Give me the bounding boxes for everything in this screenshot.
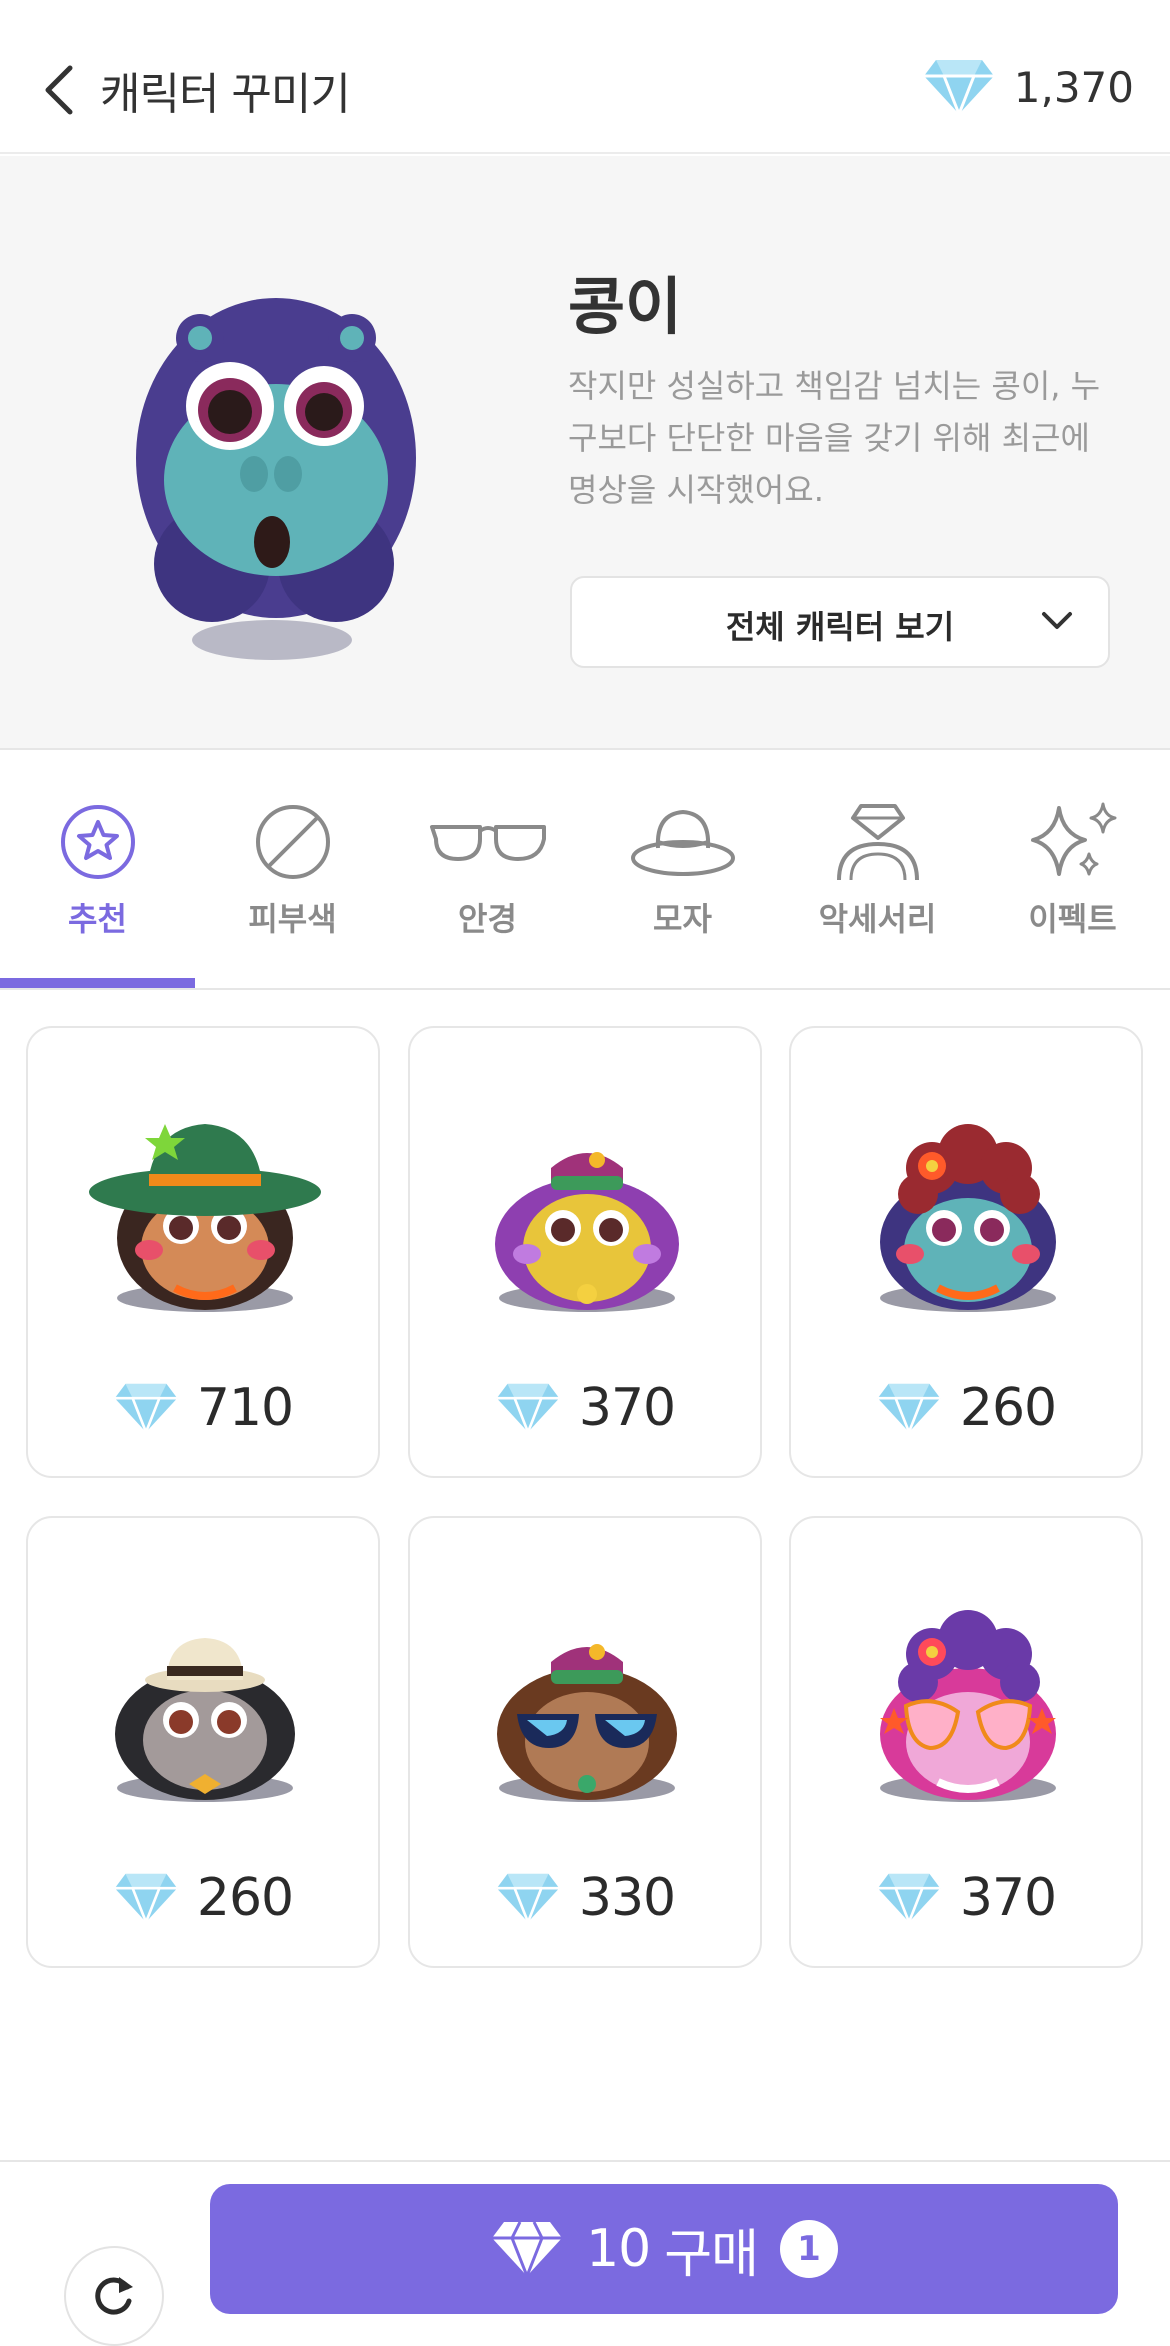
gem-icon	[114, 1383, 178, 1434]
tab-effect[interactable]: 이펙트	[975, 752, 1170, 988]
selected-count-badge: 1	[779, 2220, 838, 2278]
tab-label: 악세서리	[818, 900, 937, 938]
hat-icon	[630, 809, 735, 876]
gem-icon	[877, 1383, 941, 1434]
reset-button[interactable]	[64, 2246, 164, 2346]
item-card[interactable]: 370	[408, 1026, 762, 1478]
bottom-action-bar: 10 구매 1	[0, 2160, 1170, 2346]
active-tab-indicator	[0, 978, 195, 988]
purchase-button[interactable]: 10 구매 1	[210, 2184, 1118, 2314]
category-tabs: 추천 피부색 안경 모자 악세서리 이펙트	[0, 752, 1170, 990]
price-value: 260	[959, 1378, 1057, 1438]
item-image	[880, 1610, 1056, 1802]
tab-recommended[interactable]: 추천	[0, 752, 195, 988]
item-image	[89, 1124, 321, 1312]
item-price: 330	[410, 1868, 760, 1928]
price-value: 370	[959, 1868, 1057, 1928]
tab-label: 이펙트	[1028, 900, 1117, 938]
item-image	[497, 1644, 677, 1802]
item-card[interactable]: 370	[789, 1516, 1143, 1968]
price-value: 710	[196, 1378, 294, 1438]
item-price: 260	[28, 1868, 378, 1928]
tab-hat[interactable]: 모자	[585, 752, 780, 988]
purchase-label: 구매	[664, 2224, 759, 2285]
star-circle-icon	[60, 805, 135, 879]
refresh-icon	[95, 2277, 133, 2315]
gem-icon	[496, 1873, 560, 1924]
chevron-down-icon	[1042, 612, 1072, 629]
item-image	[880, 1124, 1056, 1312]
top-bar: 캐릭터 꾸미기 1,370	[0, 0, 1170, 154]
item-image	[495, 1152, 679, 1312]
character-name: 콩이	[568, 270, 683, 343]
view-all-label: 전체 캐릭터 보기	[725, 608, 955, 646]
chevron-left-icon	[45, 65, 73, 115]
item-price: 710	[28, 1378, 378, 1438]
glasses-icon	[429, 825, 546, 861]
item-card[interactable]: 260	[26, 1516, 380, 1968]
gem-icon	[496, 1383, 560, 1434]
item-card[interactable]: 330	[408, 1516, 762, 1968]
tab-skin-color[interactable]: 피부색	[195, 752, 390, 988]
item-card[interactable]: 260	[789, 1026, 1143, 1478]
character-image	[136, 298, 416, 660]
ring-icon	[836, 804, 919, 881]
gem-icon	[877, 1873, 941, 1924]
purchase-amount: 10	[586, 2219, 651, 2279]
item-card[interactable]: 710	[26, 1026, 380, 1478]
page-title: 캐릭터 꾸미기	[100, 69, 351, 120]
price-value: 260	[196, 1868, 294, 1928]
price-value: 330	[578, 1868, 676, 1928]
tab-label: 안경	[458, 900, 517, 938]
tab-accessory[interactable]: 악세서리	[780, 752, 975, 988]
tab-label: 추천	[68, 900, 127, 938]
gem-icon	[492, 2221, 563, 2278]
slash-circle-icon	[255, 805, 330, 879]
gem-balance-value: 1,370	[1013, 62, 1134, 112]
item-image	[115, 1638, 295, 1802]
gem-balance: 1,370	[922, 58, 1134, 116]
character-description: 작지만 성실하고 책임감 넘치는 콩이, 누구보다 단단한 마음을 갖기 위해 …	[568, 367, 1101, 509]
sparkle-icon	[1030, 802, 1116, 876]
character-hero: 콩이 작지만 성실하고 책임감 넘치는 콩이, 누구보다 단단한 마음을 갖기 …	[0, 156, 1170, 750]
gem-icon	[114, 1873, 178, 1924]
tab-label: 피부색	[248, 900, 337, 938]
view-all-characters-button[interactable]: 전체 캐릭터 보기	[570, 576, 1110, 668]
item-price: 370	[410, 1378, 760, 1438]
tab-label: 모자	[653, 900, 712, 938]
back-button[interactable]	[40, 62, 80, 118]
price-value: 370	[578, 1378, 676, 1438]
item-price: 370	[791, 1868, 1141, 1928]
item-price: 260	[791, 1378, 1141, 1438]
tab-glasses[interactable]: 안경	[390, 752, 585, 988]
gem-icon	[923, 60, 994, 116]
